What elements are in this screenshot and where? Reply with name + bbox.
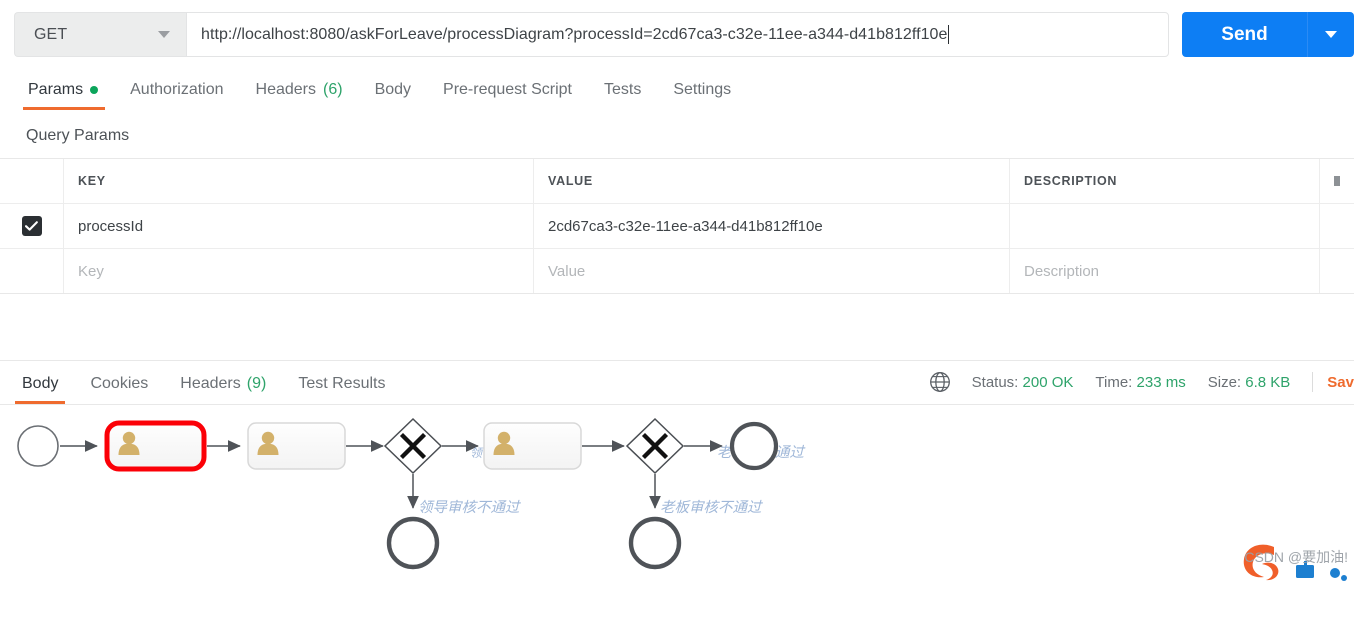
bpmn-start-event [17, 425, 59, 467]
status-meta: Status: 200 OK [972, 374, 1074, 391]
row-checkbox-cell [0, 204, 64, 248]
tab-tests[interactable]: Tests [588, 81, 657, 110]
time-value: 233 ms [1136, 373, 1186, 391]
tab-pre-request-script-label: Pre-request Script [443, 81, 572, 98]
response-tab-test-results[interactable]: Test Results [282, 375, 401, 404]
response-meta: Status: 200 OK Time: 233 ms Size: 6.8 KB… [929, 371, 1354, 404]
tab-authorization-label: Authorization [130, 81, 224, 98]
url-input[interactable]: http://localhost:8080/askForLeave/proces… [186, 12, 1169, 57]
bulk-edit-icon[interactable] [1320, 159, 1354, 203]
tab-headers-count: (6) [323, 81, 343, 98]
tab-pre-request-script[interactable]: Pre-request Script [427, 81, 588, 110]
globe-icon [929, 371, 951, 393]
http-method-select[interactable]: GET [14, 12, 186, 57]
request-tabs: Params Authorization Headers (6) Body Pr… [0, 68, 1354, 110]
tab-params-label: Params [28, 81, 84, 98]
bpmn-user-task-3 [483, 422, 582, 470]
bpmn-diagram-svg: 领 领导审核不通过 老板审核通过 老板审核不通过 [17, 417, 805, 570]
header-value: VALUE [534, 159, 1010, 203]
request-bar: GET http://localhost:8080/askForLeave/pr… [0, 0, 1354, 68]
empty-row-edge-cell [1320, 249, 1354, 293]
bpmn-exclusive-gateway-1 [383, 417, 443, 475]
response-tab-body-label: Body [22, 375, 59, 392]
row-key-input[interactable]: processId [64, 204, 534, 248]
tab-authorization[interactable]: Authorization [114, 81, 239, 110]
bpmn-user-task-1-highlighted [104, 420, 207, 472]
check-icon [25, 221, 38, 231]
header-key: KEY [64, 159, 534, 203]
size-value: 6.8 KB [1245, 373, 1291, 391]
table-row: processId 2cd67ca3-c32e-11ee-a344-d41b81… [0, 203, 1354, 248]
tab-params[interactable]: Params [14, 81, 114, 110]
tab-body[interactable]: Body [359, 81, 427, 110]
size-meta: Size: 6.8 KB [1208, 374, 1291, 391]
url-text: http://localhost:8080/askForLeave/proces… [201, 25, 948, 43]
tab-headers-label: Headers [255, 81, 316, 98]
empty-row-checkbox-cell [0, 249, 64, 293]
response-tab-headers-count: (9) [246, 375, 267, 392]
response-tab-cookies-label: Cookies [90, 375, 149, 392]
row-description-input[interactable] [1010, 204, 1320, 248]
tab-headers[interactable]: Headers (6) [240, 81, 359, 110]
bpmn-end-event-leader-reject [386, 516, 440, 570]
empty-row-key-input[interactable]: Key [64, 249, 534, 293]
status-label: Status: [971, 373, 1019, 391]
header-description: DESCRIPTION [1010, 159, 1320, 203]
send-options-button[interactable] [1307, 12, 1354, 57]
meta-divider [1312, 372, 1314, 392]
time-meta: Time: 233 ms [1095, 374, 1185, 391]
flow-label-leader-reject: 领导审核不通过 [418, 499, 521, 516]
row-value-input[interactable]: 2cd67ca3-c32e-11ee-a344-d41b812ff10e [534, 204, 1010, 248]
time-label: Time: [1095, 373, 1133, 391]
status-value: 200 OK [1022, 373, 1074, 391]
flow-label-boss-reject: 老板审核不通过 [660, 499, 763, 516]
tab-settings-label: Settings [673, 81, 732, 98]
empty-row-description-input[interactable]: Description [1010, 249, 1320, 293]
response-tab-body[interactable]: Body [6, 375, 74, 404]
text-cursor [948, 25, 950, 44]
bpmn-exclusive-gateway-2 [625, 417, 685, 475]
header-checkbox-cell [0, 159, 64, 203]
response-body-diagram: 领 领导审核不通过 老板审核通过 老板审核不通过 [0, 405, 1354, 585]
bpmn-end-event-approved [729, 421, 779, 471]
flow-label-leader-approve: 领 [470, 446, 484, 460]
chevron-down-icon [1325, 31, 1337, 38]
tab-settings[interactable]: Settings [657, 81, 747, 110]
send-button[interactable]: Send [1182, 12, 1307, 57]
row-checkbox[interactable] [21, 216, 42, 236]
response-tab-test-results-label: Test Results [298, 375, 386, 392]
row-edge-cell [1320, 204, 1354, 248]
bpmn-user-task-2 [247, 422, 346, 470]
bulk-edit-glyph [1334, 176, 1340, 186]
send-button-group: Send [1182, 12, 1354, 57]
response-tabs: Body Cookies Headers (9) Test Results [6, 360, 401, 404]
query-params-title: Query Params [26, 127, 130, 144]
tab-tests-label: Tests [603, 81, 642, 98]
size-label: Size: [1207, 373, 1242, 391]
bpmn-end-event-boss-reject [628, 516, 682, 570]
response-tab-headers[interactable]: Headers (9) [164, 375, 282, 404]
empty-row-value-input[interactable]: Value [534, 249, 1010, 293]
table-row-empty: Key Value Description [0, 248, 1354, 293]
save-response-button[interactable]: Sav [1327, 374, 1354, 391]
response-tab-cookies[interactable]: Cookies [74, 375, 164, 404]
params-modified-dot-icon [90, 86, 99, 94]
query-params-table: KEY VALUE DESCRIPTION processId 2cd67ca3… [0, 158, 1354, 294]
chevron-down-icon [158, 31, 170, 38]
http-method-label: GET [34, 25, 68, 43]
response-tab-headers-label: Headers [180, 375, 241, 392]
watermark-text: CSDN @要加油! [1244, 549, 1348, 565]
response-bar: Body Cookies Headers (9) Test Results St… [0, 361, 1354, 405]
tab-body-label: Body [374, 81, 412, 98]
table-header-row: KEY VALUE DESCRIPTION [0, 159, 1354, 203]
